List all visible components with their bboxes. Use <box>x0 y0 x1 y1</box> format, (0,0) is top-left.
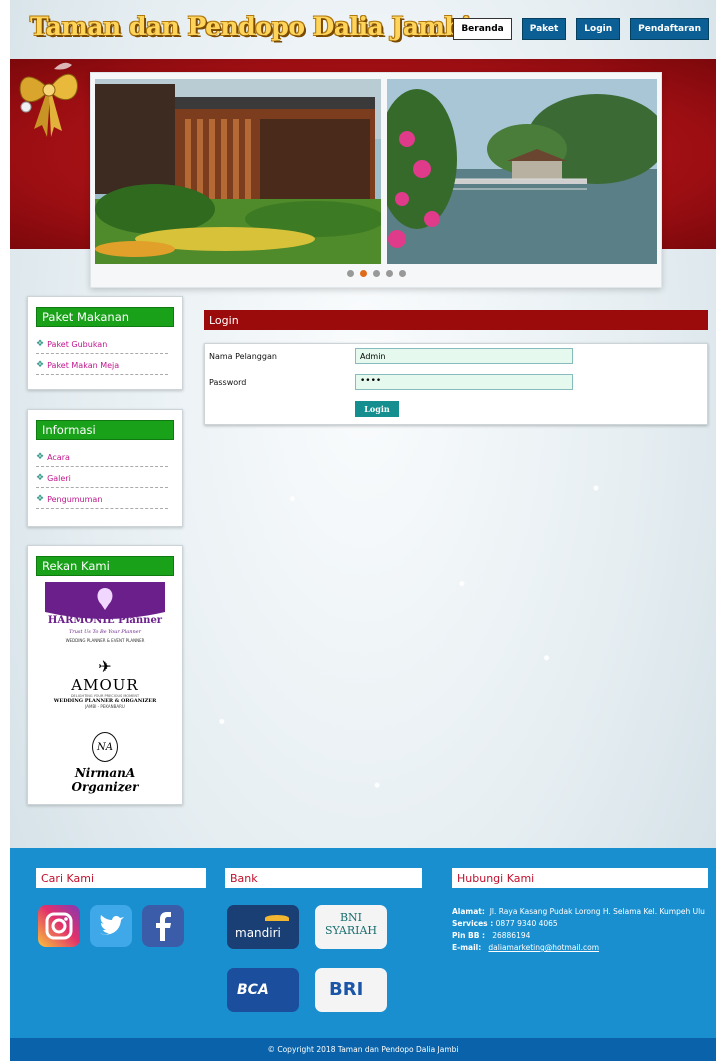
hubungi-kami-heading: Hubungi Kami <box>452 868 708 888</box>
password-input[interactable]: •••• <box>355 374 573 390</box>
pinbb-label: Pin BB : <box>452 931 486 940</box>
informasi-box: Informasi ❖ Acara ❖ Galeri ❖ Pengumuman <box>27 409 183 527</box>
diamond-bullet-icon: ❖ <box>36 452 45 462</box>
page-frame: Taman dan Pendopo Dalia Jambi Beranda Pa… <box>10 0 716 1061</box>
services-label: Services : <box>452 919 494 928</box>
site-title[interactable]: Taman dan Pendopo Dalia Jambi <box>30 12 471 41</box>
username-label: Nama Pelanggan <box>209 352 277 361</box>
pinbb-value: 26886194 <box>492 931 531 940</box>
mandiri-label: mandiri <box>235 926 281 940</box>
rekan-kami-heading: Rekan Kami <box>36 556 174 576</box>
bank-mandiri-logo[interactable]: mandiri <box>227 905 299 949</box>
slider-dot-4[interactable] <box>385 270 393 277</box>
amour-logo[interactable]: ✈ AMOUR DELIGHTING YOUR PRECIOUS MOMENT … <box>45 658 165 732</box>
nirmana-name: NirmanA Organizer <box>71 766 139 794</box>
amour-bird-icon: ✈ <box>98 657 112 676</box>
bank-bca-logo[interactable]: BCA <box>227 968 299 1012</box>
diamond-bullet-icon: ❖ <box>36 473 45 483</box>
menu-item-paket-makan-meja[interactable]: ❖ Paket Makan Meja <box>36 354 168 375</box>
menu-item-label: Paket Gubukan <box>47 339 108 349</box>
nav-pendaftaran-button[interactable]: Pendaftaran <box>630 18 709 40</box>
diamond-bullet-icon: ❖ <box>36 339 45 349</box>
menu-item-acara[interactable]: ❖ Acara <box>36 446 168 467</box>
twitter-icon[interactable] <box>90 905 132 947</box>
paket-makanan-box: Paket Makanan ❖ Paket Gubukan ❖ Paket Ma… <box>27 296 183 390</box>
nirmana-logo[interactable]: NA NirmanA Organizer <box>40 732 170 794</box>
harmonie-tagline: Trust Us To Be Your Planner <box>68 629 142 635</box>
slider-dots <box>91 270 661 277</box>
footer: Cari Kami Bank Hubungi Kami mandiri BNI … <box>10 848 716 1038</box>
services-value: 0877 9340 4065 <box>495 919 558 928</box>
menu-item-label: Pengumuman <box>47 494 103 504</box>
cari-kami-heading: Cari Kami <box>36 868 206 888</box>
alamat-value: Jl. Raya Kasang Pudak Lorong H. Selama K… <box>489 907 705 916</box>
harmonie-planner-logo[interactable]: HARMONIE Planner Trust Us To Be Your Pla… <box>45 582 165 654</box>
login-heading: Login <box>204 310 708 330</box>
copyright-bar: © Copyright 2018 Taman dan Pendopo Dalia… <box>10 1038 716 1061</box>
username-input[interactable]: Admin <box>355 348 573 364</box>
gold-bow-decoration <box>19 62 78 137</box>
diamond-bullet-icon: ❖ <box>36 494 45 504</box>
image-slider[interactable] <box>90 72 662 288</box>
bank-bni-syariah-logo[interactable]: BNI SYARIAH <box>315 905 387 949</box>
diamond-bullet-icon: ❖ <box>36 360 45 370</box>
alamat-label: Alamat: <box>452 907 485 916</box>
menu-item-paket-gubukan[interactable]: ❖ Paket Gubukan <box>36 333 168 354</box>
slider-dot-3[interactable] <box>372 270 380 277</box>
mandiri-wave-icon <box>265 915 289 921</box>
bni-label: BNI SYARIAH <box>324 911 378 937</box>
nav-paket-button[interactable]: Paket <box>521 18 567 40</box>
slider-dot-2-active[interactable] <box>359 270 367 277</box>
bri-label: BRI <box>329 979 364 1000</box>
informasi-heading: Informasi <box>36 420 174 440</box>
slide-lake-image <box>387 79 657 264</box>
contact-info: Alamat: Jl. Raya Kasang Pudak Lorong H. … <box>452 906 712 954</box>
login-form: Nama Pelanggan Admin Password •••• Login <box>204 343 708 425</box>
nav-login-button[interactable]: Login <box>576 18 621 40</box>
login-submit-button[interactable]: Login <box>355 401 399 417</box>
menu-item-label: Paket Makan Meja <box>47 360 120 370</box>
harmonie-name: HARMONIE Planner <box>47 615 163 626</box>
amour-name: AMOUR <box>71 676 139 694</box>
paket-makanan-heading: Paket Makanan <box>36 307 174 327</box>
harmonie-sub: WEDDING PLANNER & EVENT PLANNER <box>65 638 145 643</box>
slider-dot-5[interactable] <box>398 270 406 277</box>
nav-beranda-button[interactable]: Beranda <box>453 18 512 40</box>
bank-heading: Bank <box>225 868 422 888</box>
email-link[interactable]: daliamarketing@hotmail.com <box>488 943 599 952</box>
password-label: Password <box>209 378 247 387</box>
slider-dot-1[interactable] <box>346 270 354 277</box>
amour-city: JAMBI - PEKANBARU <box>85 704 125 709</box>
facebook-icon[interactable] <box>142 905 184 947</box>
bca-label: BCA <box>237 982 269 998</box>
rekan-kami-box: Rekan Kami HARMONIE Planner Trust Us To … <box>27 545 183 805</box>
menu-item-label: Acara <box>47 452 70 462</box>
top-nav: Beranda Paket Login Pendaftaran <box>453 18 709 40</box>
slide-pendopo-image <box>95 79 381 264</box>
email-label: E-mail: <box>452 943 482 952</box>
bank-bri-logo[interactable]: BRI <box>315 968 387 1012</box>
instagram-icon[interactable] <box>38 905 80 947</box>
nirmana-monogram: NA <box>92 732 118 762</box>
menu-item-label: Galeri <box>47 473 71 483</box>
menu-item-pengumuman[interactable]: ❖ Pengumuman <box>36 488 168 509</box>
menu-item-galeri[interactable]: ❖ Galeri <box>36 467 168 488</box>
